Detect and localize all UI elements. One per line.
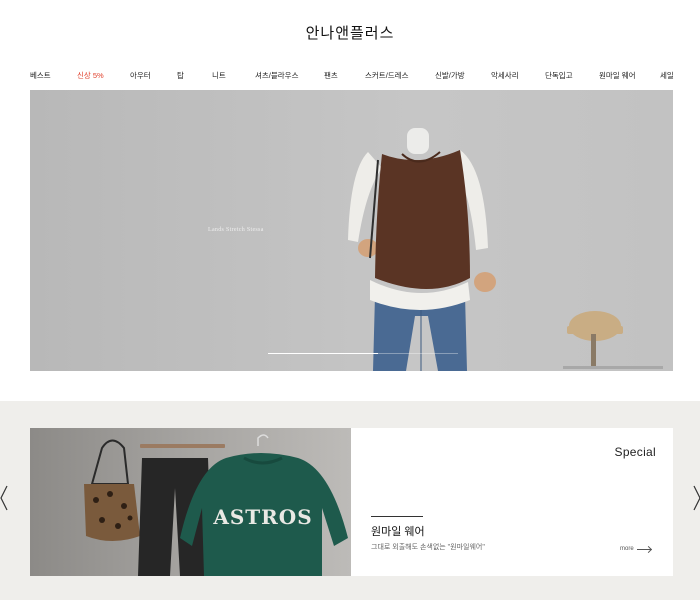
arrow-right-icon[interactable] <box>637 549 651 550</box>
nav-item-shirts-blouse[interactable]: 셔츠/블라우스 <box>255 70 298 81</box>
nav-item-new[interactable]: 신상 5% <box>77 70 104 81</box>
nav-item-shoes-bags[interactable]: 신발/가방 <box>435 70 465 81</box>
nav-item-exclusive[interactable]: 단독입고 <box>545 70 573 81</box>
special-title: 원마일 웨어 <box>371 526 425 538</box>
nav-item-top[interactable]: 탑 <box>177 70 184 81</box>
nav-item-outer[interactable]: 아우터 <box>130 70 151 81</box>
nav-item-pants[interactable]: 팬츠 <box>324 70 338 81</box>
chevron-right-icon[interactable] <box>691 484 700 512</box>
nav-item-skirt-dress[interactable]: 스커트/드레스 <box>365 70 408 81</box>
hero-slide-progress-fill <box>268 353 378 354</box>
hero-caption: Lands Stretch Stessa <box>208 227 264 233</box>
carousel-prev-button[interactable] <box>0 484 10 512</box>
hero-slide-progress[interactable] <box>268 353 458 354</box>
carousel-next-button[interactable] <box>691 484 700 512</box>
nav-item-onemile-wear[interactable]: 원마일 웨어 <box>599 70 636 81</box>
special-product-image[interactable]: ASTROS <box>30 428 351 576</box>
hero-product-image <box>30 90 673 371</box>
special-label: Special <box>614 445 656 459</box>
special-image-graphic: ASTROS <box>30 428 351 576</box>
special-divider <box>371 516 423 517</box>
special-card[interactable]: Special 원마일 웨어 그대로 외출해도 손색없는 "원마일웨어" mor… <box>351 428 673 576</box>
nav-item-accessories[interactable]: 악세사리 <box>491 70 519 81</box>
nav-item-sale[interactable]: 세일 <box>660 70 674 81</box>
nav-item-best[interactable]: 베스트 <box>30 70 51 81</box>
brand-logo[interactable]: 안나앤플러스 <box>0 22 700 43</box>
hero-banner[interactable]: Lands Stretch Stessa <box>30 90 673 371</box>
special-description: 그대로 외출해도 손색없는 "원마일웨어" <box>371 544 485 551</box>
more-link[interactable]: more <box>620 546 634 552</box>
nav-item-knit[interactable]: 니트 <box>212 70 226 81</box>
chevron-left-icon[interactable] <box>0 484 10 512</box>
main-nav: 베스트 신상 5% 아우터 탑 니트 셔츠/블라우스 팬츠 스커트/드레스 신발… <box>0 70 700 84</box>
sweatshirt-print: ASTROS <box>212 505 312 529</box>
